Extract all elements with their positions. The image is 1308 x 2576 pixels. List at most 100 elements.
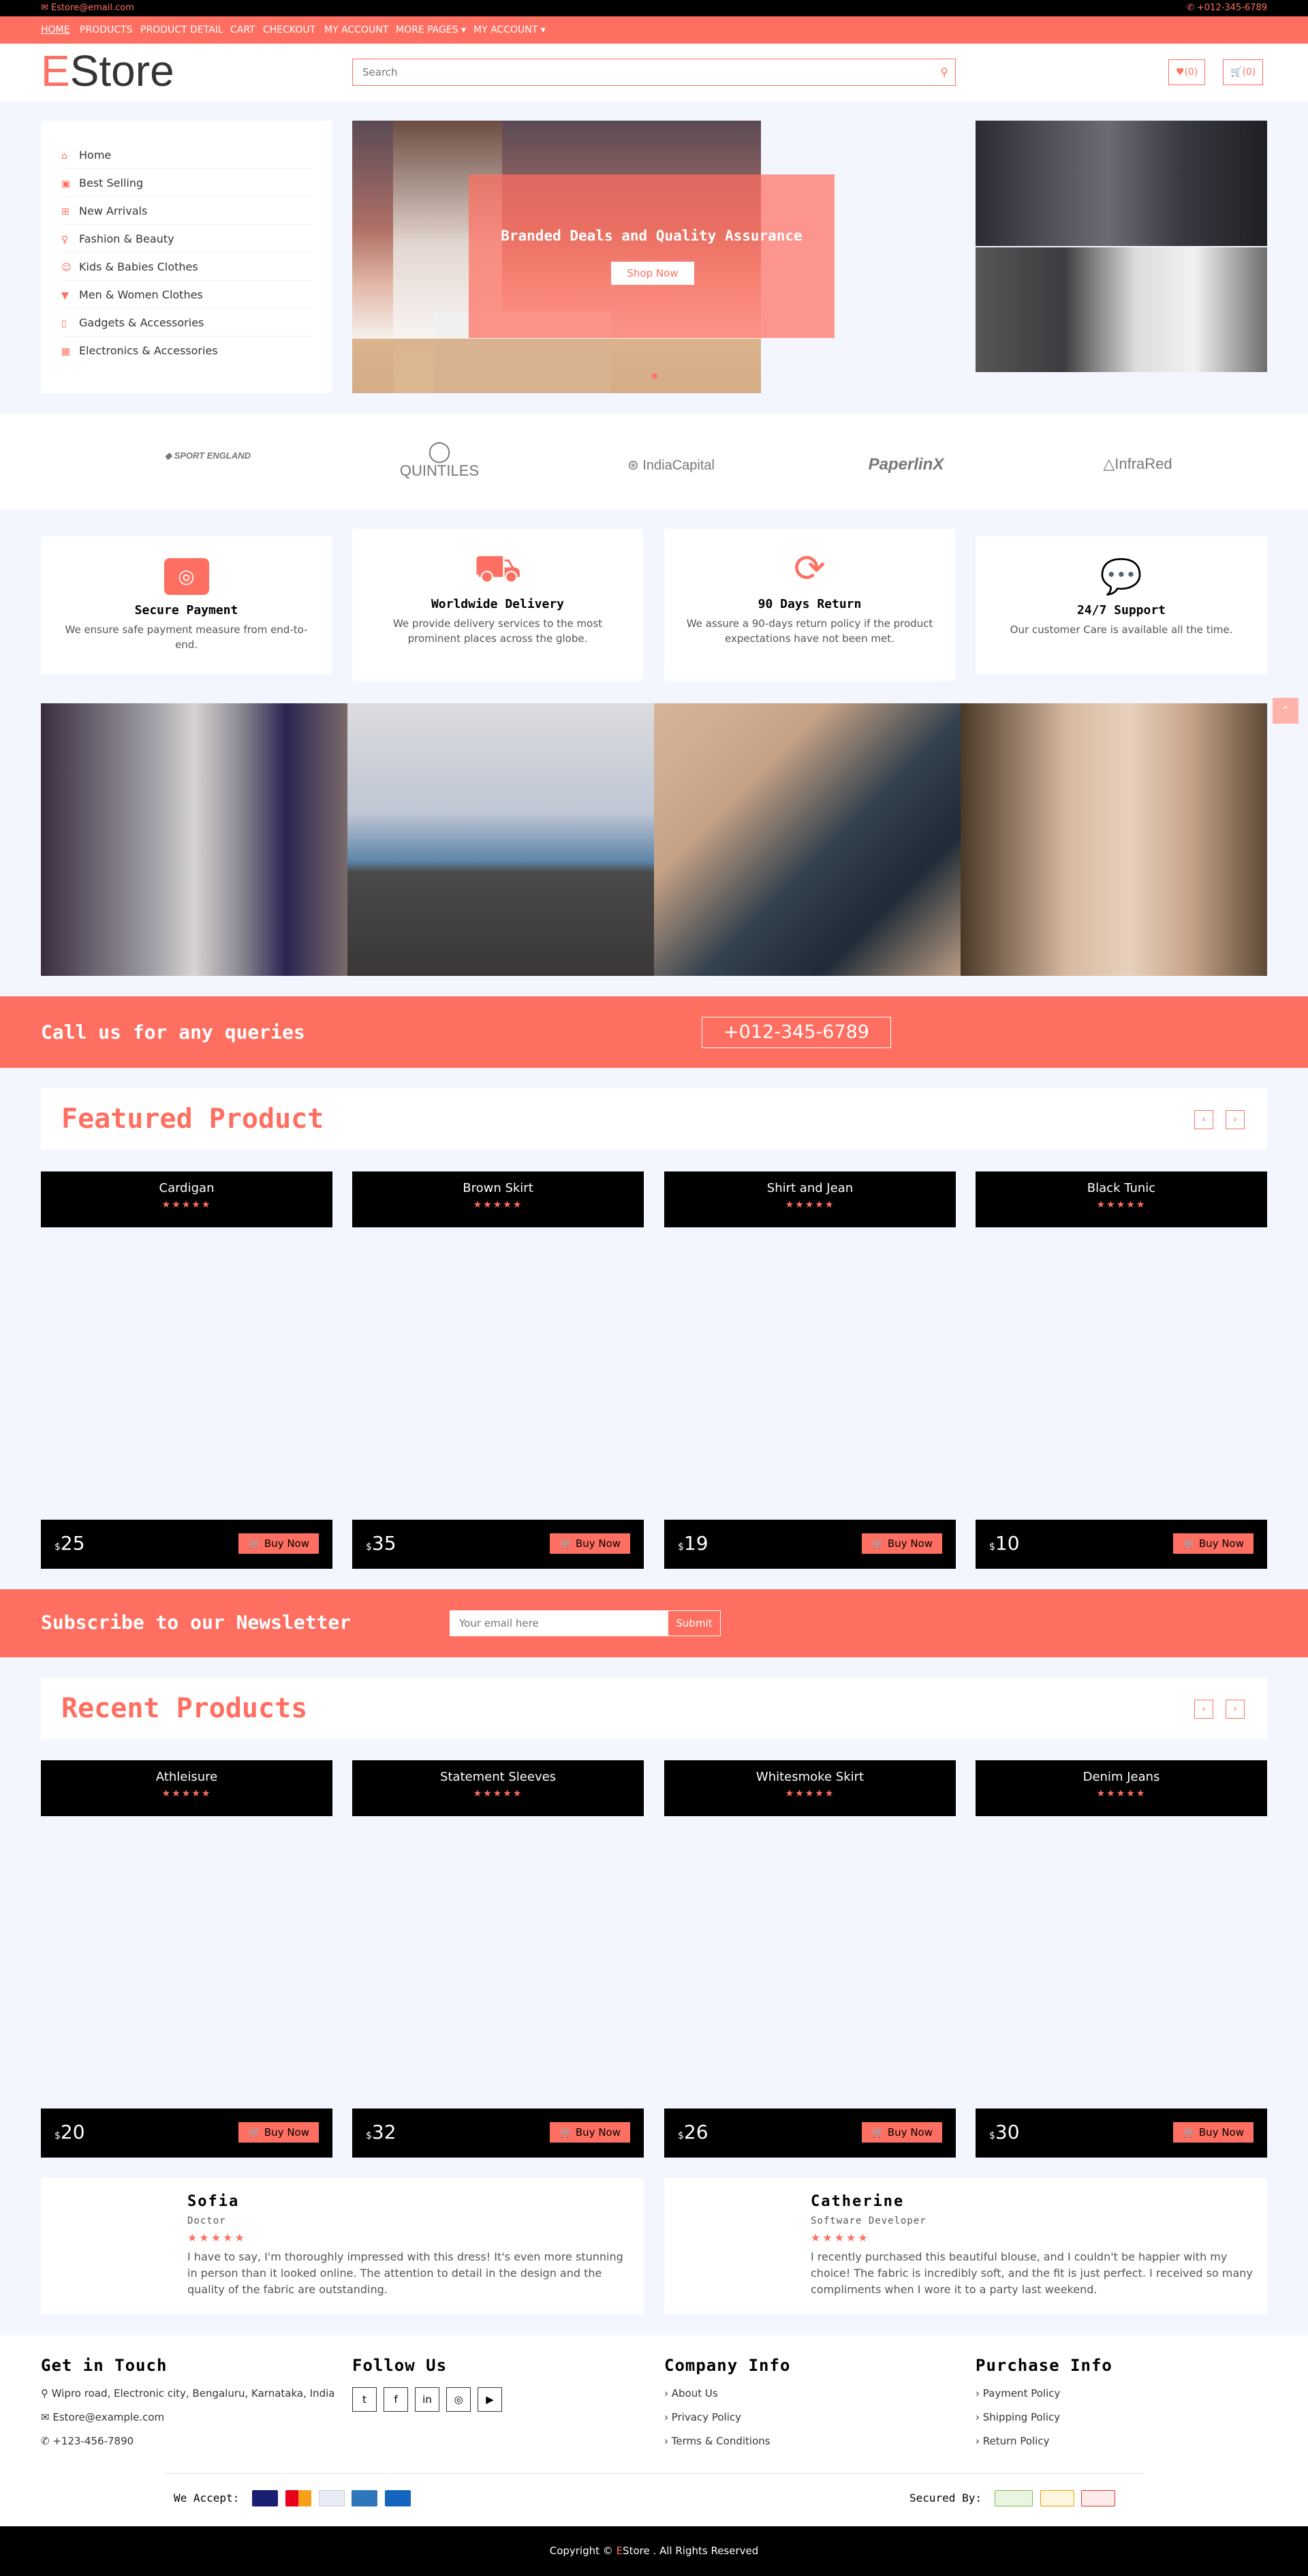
feature-text: We ensure safe payment measure from end-… [65,624,308,651]
price-value: 30 [995,2121,1020,2143]
copyright-brand-initial[interactable]: E [617,2545,623,2557]
buy-now-button[interactable]: 🛒 Buy Now [238,1533,319,1554]
call-band: Call us for any queries +012-345-6789 [0,996,1308,1068]
hero-image-desk [352,339,761,393]
shop-now-button[interactable]: Shop Now [611,262,694,285]
category-item[interactable]: ▯ Gadgets & Accessories [61,309,311,337]
cart-button[interactable]: 🛒(0) [1223,59,1264,85]
next-arrow-icon[interactable]: › [1226,1110,1245,1129]
wishlist-button[interactable]: ♥(0) [1168,59,1206,85]
product-price: $35 [366,1532,396,1554]
nav-my-account-dropdown[interactable]: MY ACCOUNT ▾ [473,25,546,35]
category-image-party[interactable] [961,703,1267,976]
category-item[interactable]: ⊞ New Arrivals [61,197,311,225]
triangle-icon: △ [1103,455,1115,472]
footer-email[interactable]: ✉ Estore@example.com [41,2411,334,2435]
product-card-header[interactable]: Black Tunic ★★★★★ [976,1171,1267,1227]
brand-logo[interactable]: △InfraRed [1087,442,1189,482]
footer-link[interactable]: › Return Policy [976,2435,1112,2459]
buy-now-label: Buy Now [887,1537,933,1550]
brand-logo[interactable]: ⊛ IndiaCapital [617,442,726,482]
category-item[interactable]: ♀ Fashion & Beauty [61,225,311,253]
prev-arrow-icon[interactable]: ‹ [1194,1700,1213,1719]
nav-cart[interactable]: CART [230,25,255,35]
child-icon: ☺ [61,262,72,273]
logo[interactable]: EStore [41,49,174,93]
product-card-header[interactable]: Statement Sleeves ★★★★★ [352,1760,644,1816]
search-icon[interactable]: ⚲ [940,65,948,78]
twitter-icon[interactable]: t [352,2387,377,2412]
nav-my-account[interactable]: MY ACCOUNT [324,25,388,35]
product-card-footer: $10 🛒 Buy Now [976,1520,1267,1569]
slider-dot[interactable] [652,373,657,379]
nav-products[interactable]: PRODUCTS [80,25,132,35]
product-card-header[interactable]: Whitesmoke Skirt ★★★★★ [664,1760,956,1816]
category-image-beauty[interactable] [347,703,654,976]
footer-link[interactable]: › Shipping Policy [976,2411,1112,2435]
site-footer: Get in Touch ⚲ Wipro road, Electronic ci… [0,2335,1308,2526]
brand-name: SPORT ENGLAND [174,450,251,461]
product-price: $26 [678,2121,708,2143]
youtube-icon[interactable]: ▶ [478,2387,502,2412]
review-card: Sofia Doctor ★★★★★ I have to say, I'm th… [41,2178,644,2314]
footer-link[interactable]: › About Us [664,2387,790,2411]
cart-icon: 🛒 [248,1537,264,1550]
feature-title: 90 Days Return [758,597,862,611]
nav-home[interactable]: HOME [41,25,69,35]
category-item[interactable]: ▼ Men & Women Clothes [61,281,311,309]
instagram-icon[interactable]: ◎ [446,2387,471,2412]
back-to-top-button[interactable]: ⌃ [1273,698,1298,724]
kids-fashion-image[interactable] [976,247,1267,372]
product-card-header[interactable]: Denim Jeans ★★★★★ [976,1760,1267,1816]
brand-logo[interactable]: ◯ QUINTILES [392,442,487,482]
footer-link[interactable]: › Terms & Conditions [664,2435,790,2459]
rating-stars: ★★★★★ [187,2231,247,2244]
fashion-models-image[interactable] [976,121,1267,246]
footer-link[interactable]: › Payment Policy [976,2387,1112,2411]
product-card-header[interactable]: Brown Skirt ★★★★★ [352,1171,644,1227]
currency: $ [678,1542,684,1552]
buy-now-button[interactable]: 🛒 Buy Now [550,2122,630,2143]
brand-logo[interactable]: ◆ SPORT ENGLAND [160,442,255,482]
rating-stars: ★★★★★ [473,1199,523,1210]
nav-checkout[interactable]: CHECKOUT [263,25,315,35]
buy-now-button[interactable]: 🛒 Buy Now [862,1533,942,1554]
category-item[interactable]: ⌂ Home [61,141,311,169]
copyright-suffix: Store . All Rights Reserved [623,2545,759,2557]
prev-arrow-icon[interactable]: ‹ [1194,1110,1213,1129]
product-card-header[interactable]: Shirt and Jean ★★★★★ [664,1171,956,1227]
newsletter-submit-button[interactable]: Submit [668,1610,721,1636]
category-item[interactable]: ▦ Electronics & Accessories [61,337,311,365]
newsletter-email-input[interactable] [450,1610,668,1636]
category-item[interactable]: ☺ Kids & Babies Clothes [61,253,311,281]
call-band-phone[interactable]: +012-345-6789 [702,1017,891,1048]
accept-label: We Accept: [174,2491,240,2504]
footer-phone[interactable]: ✆ +123-456-7890 [41,2435,334,2459]
category-image-women[interactable] [41,703,347,976]
buy-now-button[interactable]: 🛒 Buy Now [550,1533,630,1554]
buy-now-button[interactable]: 🛒 Buy Now [862,2122,942,2143]
footer-link[interactable]: › Privacy Policy [664,2411,790,2435]
mobile-icon: ▯ [61,318,67,329]
buy-now-button[interactable]: 🛒 Buy Now [238,2122,319,2143]
nav-more-pages[interactable]: MORE PAGES ▾ [396,25,466,35]
brand-logo[interactable]: PaperlinX [855,442,957,482]
product-card-header[interactable]: Cardigan ★★★★★ [41,1171,332,1227]
linkedin-icon[interactable]: in [415,2387,439,2412]
category-item[interactable]: ▣ Best Selling [61,169,311,197]
search-bar: ⚲ [352,59,956,86]
top-email[interactable]: ✉ Estore@email.com [41,3,134,13]
top-phone[interactable]: ✆ +012-345-6789 [1187,3,1267,13]
reviewer-role: Software Developer [811,2215,926,2226]
buy-now-button[interactable]: 🛒 Buy Now [1173,2122,1254,2143]
next-arrow-icon[interactable]: › [1226,1700,1245,1719]
product-card-header[interactable]: Athleisure ★★★★★ [41,1760,332,1816]
buy-now-button[interactable]: 🛒 Buy Now [1173,1533,1254,1554]
facebook-icon[interactable]: f [384,2387,408,2412]
nav-product-detail[interactable]: PRODUCT DETAIL [140,25,223,35]
search-input[interactable] [353,59,925,85]
price-value: 20 [60,2121,85,2143]
category-menu: ⌂ Home ▣ Best Selling ⊞ New Arrivals ♀ Fashi… [41,121,332,393]
category-image-gadgets[interactable] [654,703,961,976]
product-name: Shirt and Jean [766,1181,854,1195]
